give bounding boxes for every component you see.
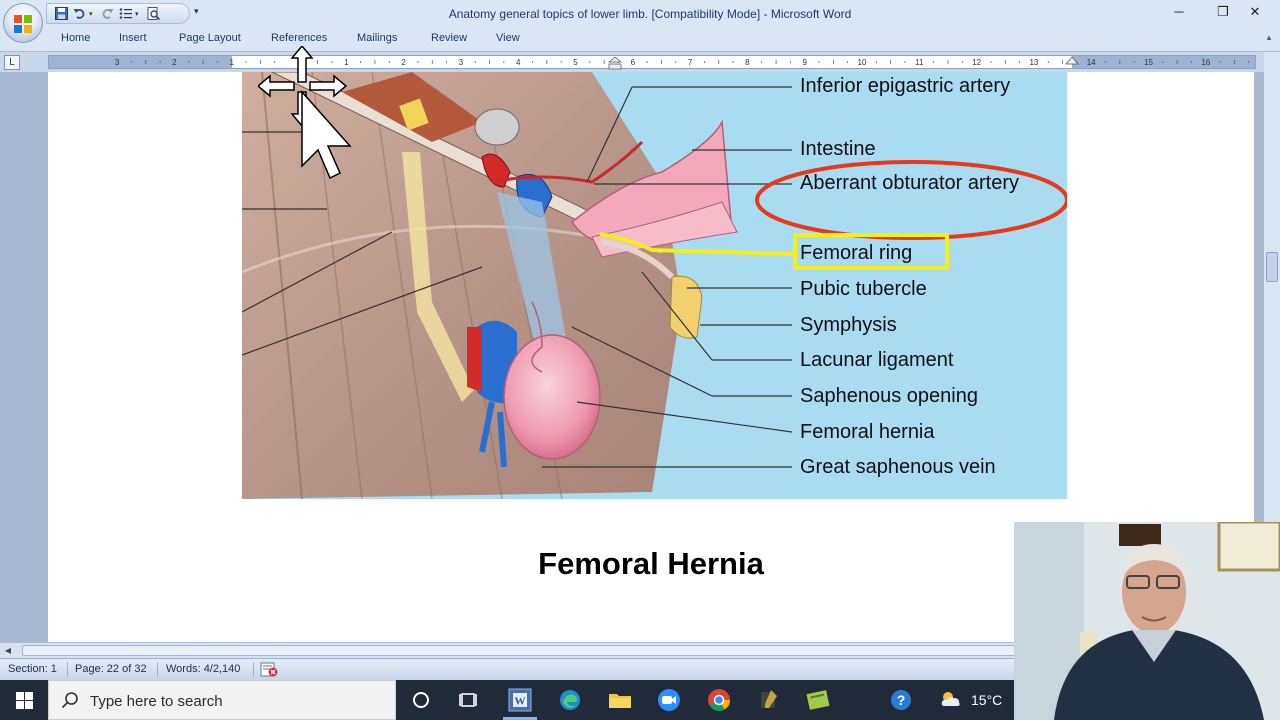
app-pen-icon[interactable] bbox=[757, 688, 781, 712]
office-logo-icon bbox=[14, 15, 32, 33]
ruler-label: 8 bbox=[745, 58, 750, 67]
ruler-label: 15 bbox=[1144, 58, 1153, 67]
label-symphysis: Symphysis bbox=[800, 314, 897, 336]
ruler-label: 9 bbox=[802, 58, 807, 67]
ruler-label: 3 bbox=[459, 58, 464, 67]
ruler-label: 11 bbox=[915, 58, 924, 67]
horizontal-ruler[interactable]: 3211234567891011121314151617 bbox=[48, 55, 1256, 70]
label-lacunar-ligament: Lacunar ligament bbox=[800, 349, 954, 371]
cortana-icon[interactable] bbox=[409, 688, 433, 712]
ruler-ticks: 3211234567891011121314151617 bbox=[115, 56, 1250, 70]
tab-selector-button[interactable]: L bbox=[4, 55, 20, 70]
ribbon-collapse-button[interactable]: ▴ bbox=[1262, 32, 1276, 46]
ruler-label: 1 bbox=[344, 58, 349, 67]
taskbar-search-box[interactable]: Type here to search bbox=[48, 680, 396, 720]
edge-icon[interactable] bbox=[558, 688, 582, 712]
ruler-label: 16 bbox=[1201, 58, 1210, 67]
status-divider bbox=[67, 662, 68, 677]
tab-page-layout[interactable]: Page Layout bbox=[179, 32, 241, 44]
svg-text:W: W bbox=[515, 696, 526, 708]
label-femoral-hernia: Femoral hernia bbox=[800, 421, 935, 443]
ruler-label: 5 bbox=[573, 58, 578, 67]
status-divider bbox=[157, 662, 158, 677]
proofing-icon[interactable] bbox=[259, 662, 279, 678]
chrome-icon[interactable] bbox=[707, 688, 731, 712]
svg-text:?: ? bbox=[897, 692, 906, 708]
status-page[interactable]: Page: 22 of 32 bbox=[75, 663, 147, 675]
ruler-label: 10 bbox=[858, 58, 867, 67]
tab-view[interactable]: View bbox=[496, 32, 520, 44]
webcam-overlay bbox=[1014, 522, 1280, 720]
label-intestine: Intestine bbox=[800, 138, 876, 160]
search-placeholder: Type here to search bbox=[90, 693, 223, 710]
file-explorer-icon[interactable] bbox=[608, 688, 632, 712]
window-title: Anatomy general topics of lower limb. [C… bbox=[448, 7, 852, 21]
label-great-saphenous-vein: Great saphenous vein bbox=[800, 456, 996, 478]
start-button[interactable] bbox=[0, 680, 48, 720]
word-window: ▾ ▾ ▾ Anatomy general topics of lower li… bbox=[0, 0, 1280, 720]
tab-mailings[interactable]: Mailings bbox=[357, 32, 397, 44]
tab-insert[interactable]: Insert bbox=[119, 32, 147, 44]
word-taskbar-icon[interactable]: W bbox=[508, 688, 532, 712]
tab-review[interactable]: Review bbox=[431, 32, 467, 44]
ruler-label: 14 bbox=[1087, 58, 1096, 67]
ruler-label: 2 bbox=[172, 58, 177, 67]
right-indent-marker-icon[interactable] bbox=[1065, 56, 1079, 65]
femoral-hernia-illustration bbox=[242, 72, 1067, 499]
help-icon[interactable]: ? bbox=[889, 688, 913, 712]
label-femoral-ring: Femoral ring bbox=[800, 242, 913, 264]
restore-button[interactable]: ❐ bbox=[1208, 4, 1238, 22]
anatomy-figure: Inferior epigastric artery Intestine Abe… bbox=[242, 72, 1067, 499]
ribbon-tabs: Home Insert Page Layout References Maili… bbox=[0, 28, 1280, 52]
vertical-scroll-thumb[interactable] bbox=[1266, 252, 1278, 282]
app-notes-icon[interactable] bbox=[806, 688, 830, 712]
search-icon bbox=[61, 692, 78, 709]
scroll-left-icon[interactable]: ◀ bbox=[2, 645, 14, 657]
status-words[interactable]: Words: 4/2,140 bbox=[166, 663, 240, 675]
ruler-label: 12 bbox=[972, 58, 981, 67]
weather-cloud-icon[interactable] bbox=[940, 690, 962, 708]
title-bar: ▾ ▾ ▾ Anatomy general topics of lower li… bbox=[0, 0, 1280, 43]
status-section[interactable]: Section: 1 bbox=[8, 663, 57, 675]
close-button[interactable]: ✕ bbox=[1240, 4, 1270, 22]
label-saphenous-opening: Saphenous opening bbox=[800, 385, 978, 407]
presenter-video bbox=[1014, 522, 1280, 720]
minimize-button[interactable]: ─ bbox=[1164, 4, 1194, 22]
ruler-label: 2 bbox=[401, 58, 406, 67]
tab-references[interactable]: References bbox=[271, 32, 327, 44]
ruler-label: 13 bbox=[1029, 58, 1038, 67]
office-button[interactable] bbox=[3, 3, 43, 43]
task-view-icon[interactable] bbox=[457, 688, 481, 712]
indent-marker-icon[interactable] bbox=[608, 56, 622, 70]
status-divider bbox=[253, 662, 254, 677]
ruler-label: 4 bbox=[516, 58, 521, 67]
zoom-icon[interactable] bbox=[657, 688, 681, 712]
label-inferior-epigastric-artery: Inferior epigastric artery bbox=[800, 75, 1011, 97]
label-aberrant-obturator-artery: Aberrant obturator artery bbox=[800, 172, 1019, 194]
windows-logo-icon bbox=[15, 691, 33, 709]
ruler-label: 3 bbox=[115, 58, 120, 67]
temperature-label[interactable]: 15°C bbox=[971, 692, 1002, 708]
ruler-area: L 3211234567891011121314151617 bbox=[0, 52, 1280, 72]
label-pubic-tubercle: Pubic tubercle bbox=[800, 278, 927, 300]
ruler-label: 1 bbox=[229, 58, 234, 67]
tab-home[interactable]: Home bbox=[61, 32, 90, 44]
ruler-label: 6 bbox=[631, 58, 636, 67]
ruler-label: 7 bbox=[688, 58, 693, 67]
